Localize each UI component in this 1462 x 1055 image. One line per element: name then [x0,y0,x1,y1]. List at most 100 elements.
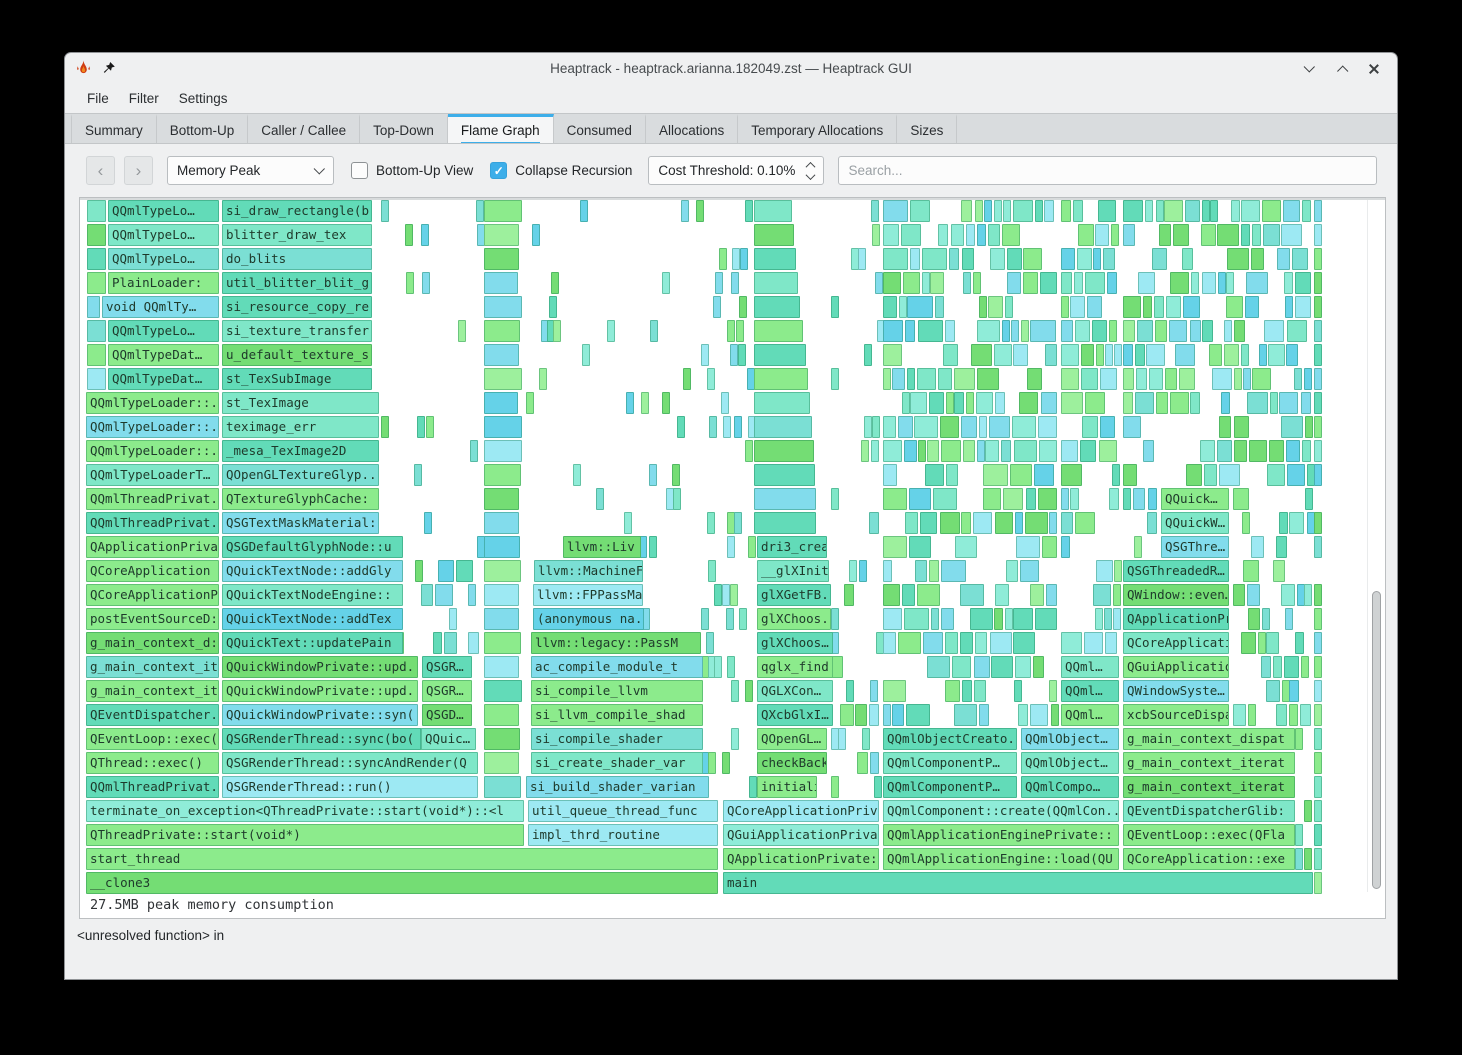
maximize-button[interactable] [1333,60,1351,78]
flame-bar[interactable] [456,560,473,582]
flame-bar[interactable] [484,536,520,558]
flame-bar[interactable] [1134,536,1142,558]
flame-cell[interactable]: QQmlTypeLoader::. [86,440,219,462]
flame-bar[interactable] [945,320,955,342]
flame-bar[interactable] [846,680,854,702]
flame-bar[interactable] [484,752,519,774]
flame-bar[interactable] [1149,368,1163,390]
flame-cell[interactable]: QApplicationPrivate: [723,848,879,870]
flame-bar[interactable] [721,392,729,414]
flame-cell[interactable]: QQmlTypeLo… [108,200,219,222]
flame-bar[interactable] [1226,296,1243,318]
flame-bar[interactable] [883,200,908,222]
spin-down-icon[interactable] [806,170,816,180]
flame-bar[interactable] [1096,560,1113,582]
flame-bar[interactable] [892,368,905,390]
flame-bar[interactable] [1021,320,1029,342]
flame-bar[interactable] [1314,776,1322,798]
flame-bar[interactable] [1234,368,1242,390]
flame-bar[interactable] [739,608,747,630]
flame-bar[interactable] [1301,392,1311,414]
flame-cell[interactable]: QThread::exec() [86,752,219,774]
flame-bar[interactable] [1074,272,1083,294]
flame-bar[interactable] [526,392,534,414]
flame-cell[interactable]: QOpenGL… [757,728,827,750]
flame-bar[interactable] [484,608,519,630]
flame-bar[interactable] [943,344,958,366]
flame-cell[interactable]: PlainLoader: [108,272,219,294]
flame-bar[interactable] [960,632,973,654]
flame-cell[interactable]: QQmlThreadPrivat. [86,512,219,534]
flame-cell[interactable]: QSGR… [422,656,472,678]
flame-bar[interactable] [421,224,429,246]
flame-bar[interactable] [708,752,716,774]
flame-bar[interactable] [1104,608,1112,630]
flame-cell[interactable]: llvm::legacy::PassM [531,632,701,654]
flame-cell[interactable]: llvm::MachineF [534,560,643,582]
flame-bar[interactable] [748,536,756,558]
flame-cell[interactable]: QQuickTextNode::addTex [222,608,403,630]
flame-cell[interactable]: QQml… [1061,704,1119,726]
flame-bar[interactable] [909,536,931,558]
flame-bar[interactable] [831,488,839,510]
flame-bar[interactable] [883,488,907,510]
flame-cell[interactable]: QApplicationPriva [86,536,219,558]
flame-bar[interactable] [1314,392,1322,414]
flame-bar[interactable] [1098,200,1116,222]
flame-bar[interactable] [1304,368,1312,390]
flame-bar[interactable] [433,632,442,654]
flame-bar[interactable] [883,680,906,702]
flame-bar[interactable] [641,392,649,414]
flame-bar[interactable] [415,560,423,582]
flame-bar[interactable] [484,200,522,222]
flame-cell[interactable]: QQmlApplicationEngine::load(QU [883,848,1119,870]
flame-bar[interactable] [1005,608,1013,630]
flame-bar[interactable] [831,368,839,390]
flame-cell[interactable]: blitter_draw_tex [222,224,372,246]
flame-bar[interactable] [1041,392,1057,414]
flame-cell[interactable]: QQmlCompo… [1021,776,1119,798]
flame-bar[interactable] [624,512,632,534]
flame-bar[interactable] [1007,272,1021,294]
flame-cell[interactable]: QQmlTypeDat… [108,344,219,366]
flame-bar[interactable] [722,584,730,606]
flame-bar[interactable] [1234,440,1247,462]
flame-bar[interactable] [1284,272,1293,294]
flame-bar[interactable] [1200,440,1215,462]
flame-bar[interactable] [1034,464,1054,486]
flame-bar[interactable] [1179,368,1195,390]
flame-cell[interactable]: (anonymous na.. [533,608,644,630]
flame-cell[interactable]: QSGRenderThread::run() [222,776,478,798]
flame-bar[interactable] [1061,392,1083,414]
flame-cell[interactable]: initialize [757,776,817,798]
flame-bar[interactable] [988,224,1000,246]
flame-bar[interactable] [1269,440,1284,462]
flame-bar[interactable] [1005,296,1013,318]
flame-cell[interactable]: QCoreApplicati [1123,632,1229,654]
flame-bar[interactable] [1165,368,1177,390]
flame-bar[interactable] [470,440,478,462]
flame-bar[interactable] [435,584,453,606]
flame-bar[interactable] [1273,656,1282,678]
flame-bar[interactable] [1107,272,1117,294]
flame-bar[interactable] [701,344,709,366]
flame-bar[interactable] [902,392,910,414]
flame-bar[interactable] [438,560,454,582]
flame-bar[interactable] [1061,320,1073,342]
flame-bar[interactable] [1026,488,1036,510]
flame-cell[interactable]: QOpenGLTextureGlyp.. [222,464,379,486]
flame-cell[interactable]: checkBack. [757,752,827,774]
flame-bar[interactable] [1001,440,1011,462]
flame-bar[interactable] [1012,416,1036,438]
flame-bar[interactable] [1314,296,1322,318]
flame-bar[interactable] [754,296,800,318]
flame-bar[interactable] [872,224,880,246]
flame-cell[interactable]: llvm::FPPassMa [533,584,643,606]
flame-bar[interactable] [1305,488,1313,510]
tab-caller-callee[interactable]: Caller / Callee [248,114,360,143]
flame-bar[interactable] [995,512,1013,534]
flame-bar[interactable] [1224,320,1232,342]
flame-bar[interactable] [1061,344,1079,366]
flame-bar[interactable] [1219,416,1231,438]
flame-bar[interactable] [754,440,814,462]
